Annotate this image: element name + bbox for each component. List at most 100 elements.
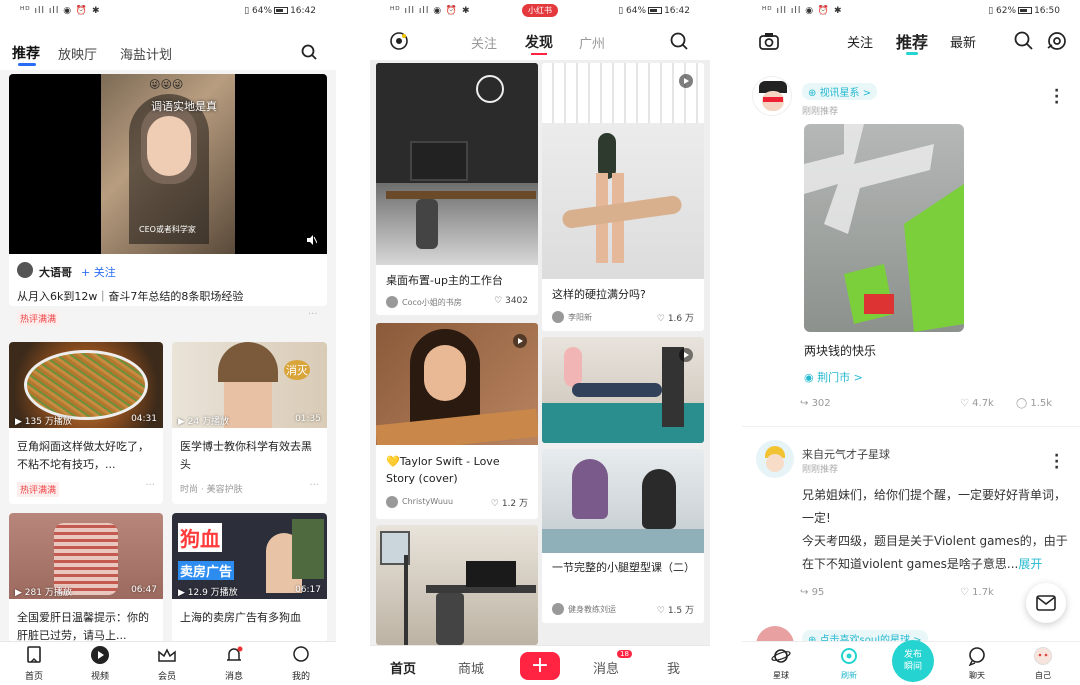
share-action[interactable]: ↪ 302 [800, 398, 831, 409]
author-avatar[interactable] [386, 296, 398, 308]
video-title[interactable]: 医学博士教你科学有效去黑头 [180, 438, 320, 474]
like-count[interactable]: ♡ 1.2 万 [491, 496, 528, 509]
like-action[interactable]: ♡ 4.7k [960, 398, 994, 409]
top-tab-bar: 推荐 放映厅 海盐计划 [0, 24, 336, 70]
emoji-decoration: 😜😜😜 [149, 78, 184, 91]
video-title[interactable]: 从月入6k到12w｜奋斗7年总结的8条职场经验 [17, 288, 243, 304]
more-icon[interactable]: ··· [309, 480, 319, 491]
tab-following[interactable]: 关注 [471, 33, 497, 52]
nav-video[interactable]: 视频 [80, 645, 120, 682]
follow-button[interactable]: + 关注 [81, 264, 116, 280]
nav-refresh[interactable]: 刷新 [832, 646, 866, 681]
nav-messages[interactable]: 消息 [214, 645, 254, 682]
note-image[interactable] [376, 63, 538, 265]
refresh-plus-icon[interactable] [1046, 31, 1068, 51]
video-title[interactable]: 豆角焖面这样做太好吃了，不粘不坨有技巧，... [17, 438, 157, 474]
mute-icon[interactable] [305, 234, 317, 246]
publish-button[interactable]: + [520, 652, 560, 680]
note-card[interactable]: 桌面布置-up主的工作台 Coco小姐的书房 ♡ 3402 [376, 63, 538, 315]
planet-tag[interactable]: ⊕ 视讯星系 > [802, 83, 878, 100]
like-count[interactable]: ♡ 1.6 万 [657, 311, 694, 324]
author-name[interactable]: ChristyWuuu [402, 497, 453, 506]
planet-name: 视讯星系 > [819, 88, 872, 99]
nav-vip[interactable]: 会员 [147, 645, 187, 682]
user-avatar[interactable] [752, 76, 792, 116]
author-name[interactable]: 李阳新 [568, 312, 592, 323]
thumbnail-headline: 狗血 [178, 523, 222, 552]
nav-profile[interactable]: 我的 [281, 645, 321, 682]
author-name[interactable]: 大语哥 [39, 264, 72, 280]
nav-shop[interactable]: 商城 [458, 658, 484, 677]
camera-ring-icon[interactable] [389, 31, 409, 51]
like-action[interactable]: ♡ 1.7k [960, 587, 994, 598]
battery-icon [648, 7, 663, 14]
tab-following[interactable]: 关注 [847, 32, 873, 51]
publish-moment-button[interactable]: 发布 瞬间 [892, 640, 934, 682]
tab-recommend[interactable]: 推荐 [896, 29, 928, 53]
note-card[interactable]: 这样的硬拉满分吗? 李阳新 ♡ 1.6 万 [542, 63, 704, 331]
author-avatar[interactable] [552, 311, 564, 323]
note-image-card[interactable] [542, 337, 704, 443]
video-title[interactable]: 全国爱肝日温馨提示：你的肝脏已过劳，请马上... [17, 609, 157, 643]
note-card[interactable]: 一节完整的小腿塑型课（二） 健身教练刘运 ♡ 1.5 万 [542, 449, 704, 623]
duration: 01:35 [295, 414, 321, 424]
note-image[interactable] [542, 63, 704, 279]
video-title[interactable]: 上海的卖房广告有多狗血 [180, 609, 320, 627]
search-icon[interactable] [301, 44, 317, 60]
more-options-icon[interactable]: · · · [1054, 84, 1059, 110]
video-card[interactable]: 消灭 ▶ 24 万播放 01:35 医学博士教你科学有效去黑头 时尚 · 美容护… [172, 342, 327, 504]
note-title[interactable]: 一节完整的小腿塑型课（二） [552, 559, 695, 576]
note-image[interactable] [376, 525, 538, 645]
tab-recommend[interactable]: 推荐 [12, 43, 40, 63]
search-icon[interactable] [1014, 31, 1033, 50]
clock: 16:42 [664, 6, 690, 16]
more-icon[interactable]: ··· [308, 309, 318, 320]
nav-me[interactable]: 我 [667, 658, 680, 677]
search-icon[interactable] [670, 32, 688, 50]
author-avatar[interactable] [552, 603, 564, 615]
like-number: 1.5 万 [667, 606, 694, 616]
author-avatar[interactable] [386, 496, 398, 508]
tab-latest[interactable]: 最新 [950, 32, 976, 51]
nav-home[interactable]: 首页 [14, 645, 54, 682]
share-action[interactable]: ↪ 95 [800, 587, 824, 598]
comment-action[interactable]: ◯ 1.5k [1016, 398, 1052, 409]
nav-chat[interactable]: 聊天 [960, 646, 994, 681]
expand-link[interactable]: 展开 [1018, 557, 1042, 571]
note-title[interactable]: 桌面布置-up主的工作台 [386, 272, 503, 288]
author-name[interactable]: 健身教练刘运 [568, 604, 616, 615]
nav-home[interactable]: 首页 [390, 658, 416, 677]
note-title[interactable]: 💛Taylor Swift - Love Story (cover) [386, 453, 526, 487]
nav-label: 星球 [773, 671, 789, 680]
video-card[interactable]: ▶ 281 万播放 06:47 全国爱肝日温馨提示：你的肝脏已过劳，请马上... [9, 513, 163, 643]
author-name[interactable]: Coco小姐的书房 [402, 297, 462, 308]
clock: 16:50 [1034, 6, 1060, 16]
author-avatar[interactable] [17, 262, 33, 278]
featured-video-card[interactable]: 😜😜😜 调语实地是真 CEO或者科学家 大语哥 + 关注 从月入6k到12w｜奋… [9, 74, 327, 306]
like-count[interactable]: ♡ 1.5 万 [657, 603, 694, 616]
post-image[interactable] [804, 124, 964, 332]
video-card[interactable]: 狗血 卖房广告 ▶ 12.9 万播放 06:17 上海的卖房广告有多狗血 [172, 513, 327, 643]
more-options-icon[interactable]: · · · [1054, 449, 1059, 475]
location-tag[interactable]: ◉ 荆门市 > [804, 369, 863, 385]
note-title[interactable]: 这样的硬拉满分吗? [552, 286, 646, 302]
featured-video-thumbnail[interactable]: 😜😜😜 调语实地是真 CEO或者科学家 [9, 74, 327, 254]
post-author[interactable]: 来自元气才子星球 [802, 446, 890, 462]
note-card[interactable] [376, 525, 538, 645]
note-card[interactable]: 💛Taylor Swift - Love Story (cover) Chris… [376, 323, 538, 519]
nav-planet[interactable]: 星球 [764, 646, 798, 681]
nav-self[interactable]: 自己 [1026, 646, 1060, 681]
message-float-button[interactable] [1026, 583, 1066, 623]
video-card[interactable]: ▶ 135 万播放 04:31 豆角焖面这样做太好吃了，不粘不坨有技巧，... … [9, 342, 163, 504]
camera-icon[interactable] [758, 31, 780, 51]
tab-cinema[interactable]: 放映厅 [58, 44, 97, 63]
tab-city[interactable]: 广州 [579, 33, 605, 52]
more-icon[interactable]: ··· [145, 480, 155, 491]
like-count[interactable]: ♡ 3402 [494, 296, 528, 306]
nav-messages[interactable]: 消息 [593, 658, 619, 677]
user-avatar[interactable] [756, 440, 794, 478]
tab-discover[interactable]: 发现 [525, 32, 553, 52]
tab-plan[interactable]: 海盐计划 [120, 44, 172, 63]
note-image[interactable] [542, 449, 704, 553]
bottom-nav: 星球 刷新 发布 瞬间 聊天 自己 [742, 640, 1080, 685]
